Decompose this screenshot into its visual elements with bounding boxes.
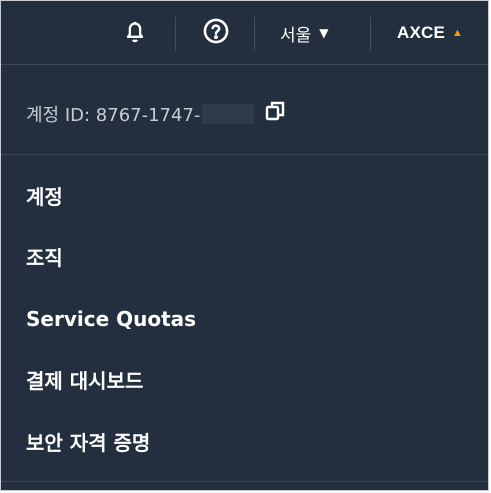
account-id-row: 계정 ID: 8767-1747-: [26, 100, 286, 127]
notifications-button[interactable]: [121, 1, 149, 65]
caret-down-icon: ▼: [319, 26, 329, 40]
menu-item-billing-dashboard[interactable]: 결제 대시보드: [26, 359, 143, 399]
divider: [175, 17, 176, 51]
menu-item-service-quotas[interactable]: Service Quotas: [26, 299, 196, 339]
menu-item-account[interactable]: 계정: [26, 175, 63, 215]
account-name: AXCE: [397, 23, 446, 42]
menu-item-organizations[interactable]: 조직: [26, 236, 63, 276]
help-icon: [202, 17, 230, 50]
copy-account-id-button[interactable]: [264, 100, 286, 127]
divider: [370, 17, 371, 51]
region-label: 서울: [280, 25, 312, 46]
account-id-section: 계정 ID: 8767-1747-: [1, 65, 488, 155]
help-button[interactable]: [202, 1, 230, 65]
divider: [1, 481, 488, 482]
copy-icon: [264, 100, 286, 127]
account-menu-button[interactable]: AXCE ▲: [397, 1, 463, 65]
bell-icon: [121, 17, 149, 50]
top-navigation-bar: 서울 ▼ AXCE ▲: [1, 1, 488, 65]
account-dropdown-panel: 서울 ▼ AXCE ▲ 계정 ID: 8767-1747- 계정 조직 Serv…: [0, 0, 489, 491]
redacted-block: [202, 103, 255, 124]
account-id-text: 계정 ID: 8767-1747-: [26, 104, 201, 126]
menu-item-security-credentials[interactable]: 보안 자격 증명: [26, 421, 150, 461]
divider: [254, 17, 255, 51]
caret-up-icon: ▲: [452, 27, 464, 39]
region-selector[interactable]: 서울 ▼: [280, 1, 329, 65]
